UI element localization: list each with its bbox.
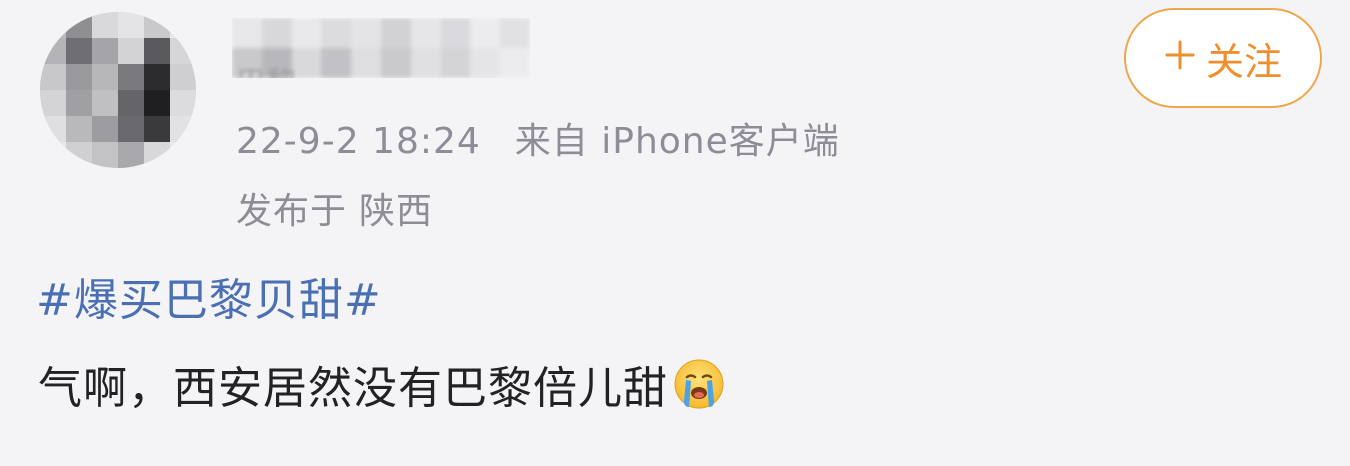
follow-button[interactable]: 关注: [1124, 8, 1322, 108]
post-meta-time: 22-9-2 18:24 来自 iPhone客户端: [236, 112, 840, 164]
avatar-mosaic: [40, 12, 196, 168]
post-time: 22-9-2 18:24: [236, 121, 481, 162]
post-body: 气啊，西安居然没有巴黎倍儿甜: [38, 352, 726, 416]
crying-face-emoji-icon: [672, 357, 726, 411]
post-text: 气啊，西安居然没有巴黎倍儿甜: [38, 363, 668, 414]
post-meta-location: 发布于 陕西: [236, 182, 433, 234]
topic-hashtag-link[interactable]: #爆买巴黎贝甜#: [36, 264, 382, 328]
follow-label: 关注: [1205, 39, 1282, 84]
plus-icon: [1164, 35, 1196, 81]
username-text: 巴黎: [236, 58, 296, 78]
location-label: 发布于: [236, 191, 348, 232]
username-redacted[interactable]: 巴黎: [232, 18, 530, 78]
avatar[interactable]: [40, 12, 196, 168]
post-source[interactable]: 来自 iPhone客户端: [515, 121, 840, 162]
location-value: 陕西: [359, 191, 434, 232]
